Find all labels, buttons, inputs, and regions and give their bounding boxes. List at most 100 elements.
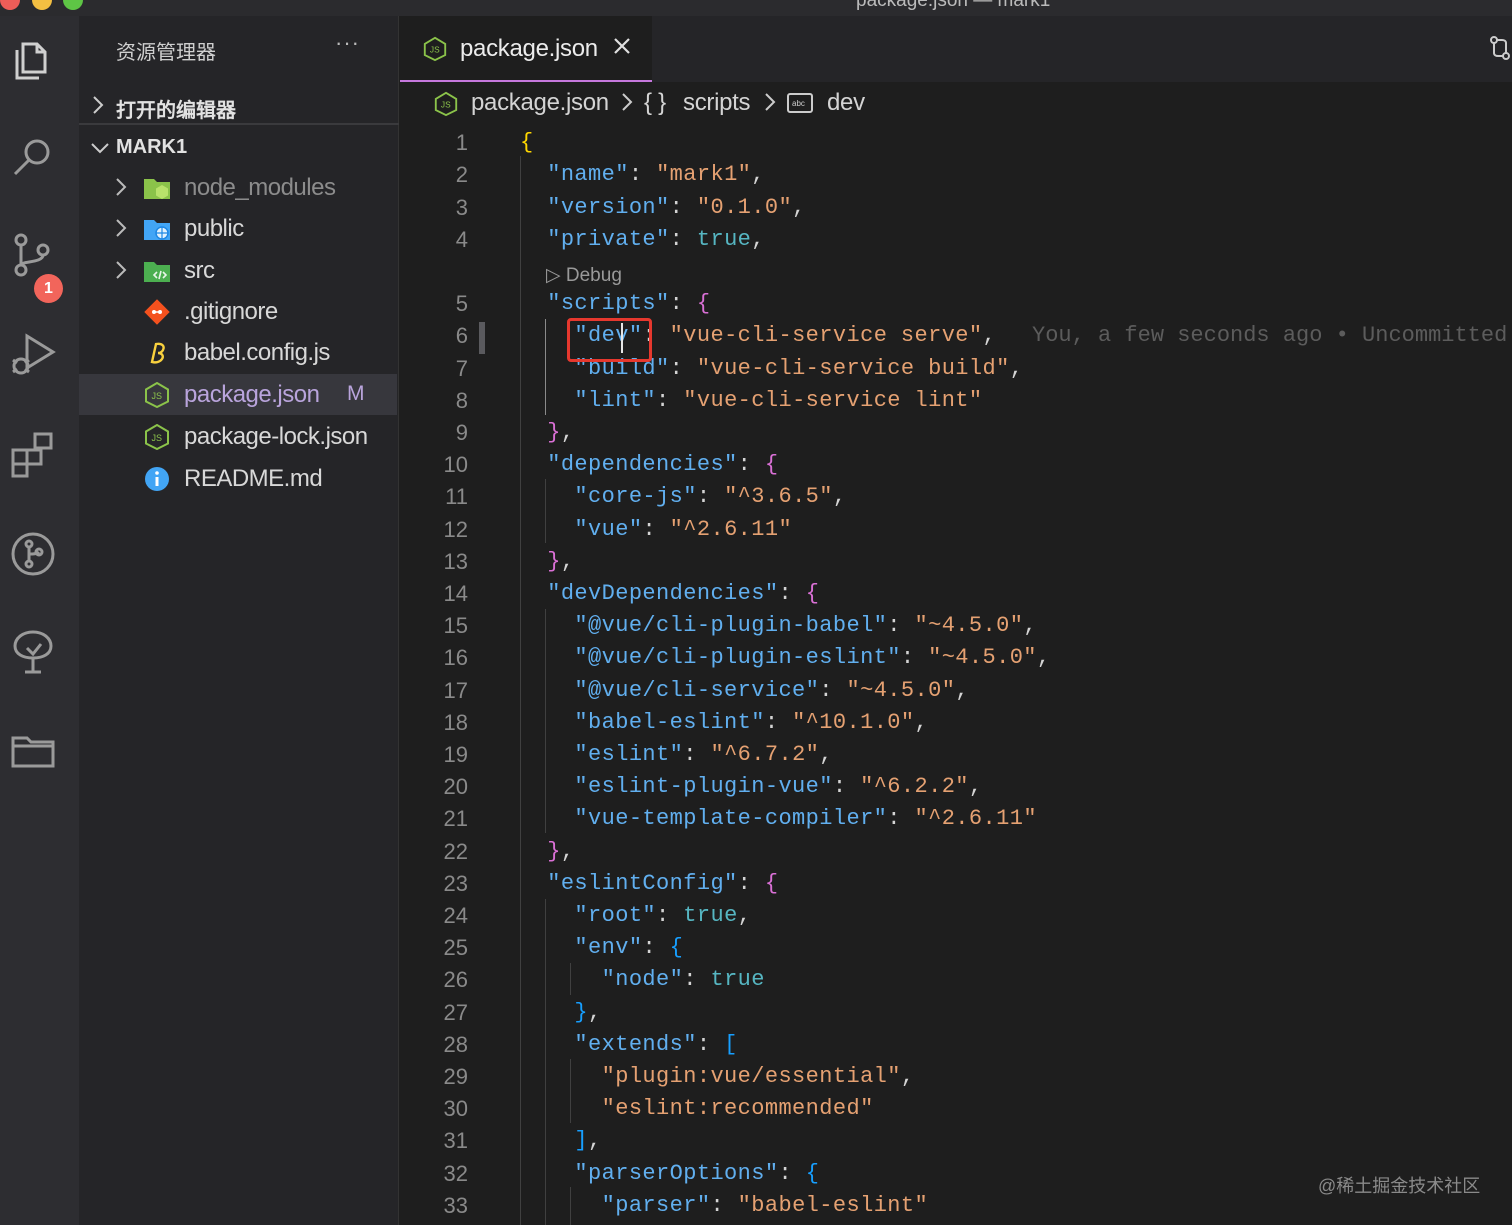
svg-text:JS: JS: [152, 433, 163, 443]
code-line: 12 "vue": "^2.6.11": [443, 517, 793, 542]
title-bar: package.json — mark1: [0, 0, 1512, 16]
code-line: 27 },: [443, 1000, 602, 1025]
code-line: 19 "eslint": "^6.7.2",: [443, 742, 833, 767]
explorer-sidebar: 资源管理器 ··· 打开的编辑器 MARK1 node_modules publ…: [79, 16, 399, 1225]
run-debug-icon[interactable]: [7, 328, 59, 380]
gitlens-icon[interactable]: [7, 528, 59, 580]
code-line: 9 },: [455, 420, 575, 445]
tree-item-public[interactable]: public: [79, 208, 397, 249]
tree-item-src[interactable]: src: [79, 250, 397, 291]
folder-icon[interactable]: [7, 724, 59, 776]
svg-text:abc: abc: [792, 99, 805, 108]
public-folder-icon: [144, 220, 170, 240]
file-name: public: [184, 215, 244, 242]
tree-item-readme[interactable]: README.md: [79, 458, 397, 499]
explorer-title: 资源管理器: [116, 42, 216, 64]
nodejs-icon: JS: [423, 36, 447, 62]
minimize-window-button[interactable]: [32, 0, 52, 10]
tree-item-node-modules[interactable]: node_modules: [79, 167, 397, 208]
info-icon: [145, 467, 169, 491]
code-line: 2 "name": "mark1",: [455, 162, 765, 187]
tab-label: package.json: [460, 35, 598, 62]
breadcrumb-scripts[interactable]: scripts: [683, 89, 751, 117]
codelens-debug[interactable]: ▷ Debug: [400, 260, 1512, 292]
file-name: node_modules: [184, 174, 336, 201]
code-line: 16 "@vue/cli-plugin-eslint": "~4.5.0",: [443, 645, 1051, 670]
babel-icon: [150, 342, 165, 364]
code-line: 15 "@vue/cli-plugin-babel": "~4.5.0",: [443, 613, 1037, 638]
code-line: 13 },: [443, 549, 575, 574]
compare-changes-icon[interactable]: [1488, 32, 1512, 64]
modified-badge: M: [347, 382, 365, 405]
git-icon: [144, 299, 170, 325]
explorer-icon[interactable]: [7, 34, 59, 86]
svg-text:JS: JS: [430, 45, 440, 55]
nodejs-icon: JS: [434, 91, 458, 117]
breadcrumb: JS package.json { } scripts abc dev: [400, 82, 1512, 126]
tab-package-json[interactable]: JS package.json: [400, 16, 652, 82]
editor-tab-bar: JS package.json: [400, 16, 1512, 82]
file-name: src: [184, 257, 215, 284]
node-folder-icon: [144, 179, 170, 199]
code-line: 22 },: [443, 839, 575, 864]
code-line: 23 "eslintConfig": {: [443, 871, 779, 896]
source-control-badge: 1: [34, 274, 63, 303]
string-icon: abc: [787, 93, 813, 113]
more-actions-button[interactable]: ···: [335, 30, 360, 56]
code-line: 5 "scripts": {: [455, 291, 711, 316]
code-line: 26 "node": true: [443, 967, 765, 992]
code-line: 17 "@vue/cli-service": "~4.5.0",: [443, 678, 969, 703]
project-label: MARK1: [116, 136, 188, 158]
chevron-right-icon: [622, 93, 633, 111]
close-icon[interactable]: [612, 36, 632, 56]
chevron-down-icon: [91, 143, 109, 154]
code-line: 21 "vue-template-compiler": "^2.6.11": [443, 806, 1037, 831]
annotation-highlight-box: [567, 318, 652, 362]
code-line: 18 "babel-eslint": "^10.1.0",: [443, 710, 929, 735]
nodejs-icon: JS: [145, 382, 169, 408]
nodejs-icon: JS: [145, 424, 169, 450]
file-name: .gitignore: [184, 298, 278, 325]
zoom-window-button[interactable]: [63, 0, 83, 10]
svg-text:JS: JS: [441, 100, 451, 110]
search-icon[interactable]: [7, 132, 59, 184]
code-line: 24 "root": true,: [443, 903, 752, 928]
code-line: 1{: [455, 130, 534, 155]
tree-item-package-lock[interactable]: JS package-lock.json: [79, 416, 397, 457]
extensions-icon[interactable]: [7, 428, 59, 480]
watermark: @稀土掘金技术社区: [1318, 1176, 1481, 1196]
window-title: package.json — mark1: [856, 0, 1051, 11]
chevron-right-icon: [116, 219, 127, 237]
code-line: 4 "private": true,: [455, 227, 765, 252]
chevron-right-icon: [116, 261, 127, 279]
chevron-right-icon: [765, 93, 776, 111]
tree-item-package-json[interactable]: JS package.json M: [79, 374, 397, 415]
file-name: README.md: [184, 465, 323, 492]
code-line: 31 ],: [443, 1128, 602, 1153]
tree-item-babel-config[interactable]: babel.config.js: [79, 332, 397, 373]
breadcrumb-file[interactable]: package.json: [471, 89, 609, 117]
open-editors-section[interactable]: 打开的编辑器: [79, 86, 399, 126]
code-line: 30 "eslint:recommended": [443, 1096, 874, 1121]
code-editor[interactable]: 1{ 2 "name": "mark1", 3 "version": "0.1.…: [400, 126, 1512, 1225]
file-name: package-lock.json: [184, 423, 368, 450]
code-line: 25 "env": {: [443, 935, 684, 960]
object-icon: { }: [644, 89, 666, 116]
text-cursor: [621, 323, 623, 353]
project-section[interactable]: MARK1: [79, 128, 399, 168]
file-name: package.json: [184, 381, 320, 408]
play-icon: ▷: [546, 265, 566, 286]
src-folder-icon: [144, 262, 170, 282]
code-line: 29 "plugin:vue/essential",: [443, 1064, 915, 1089]
activity-bar: 1: [0, 16, 79, 1225]
code-line: 10 "dependencies": {: [443, 452, 779, 477]
open-editors-label: 打开的编辑器: [116, 100, 236, 122]
close-window-button[interactable]: [0, 0, 20, 10]
chevron-right-icon: [116, 178, 127, 196]
code-line: 3 "version": "0.1.0",: [455, 195, 806, 220]
code-line: 20 "eslint-plugin-vue": "^6.2.2",: [443, 774, 983, 799]
tree-icon[interactable]: [7, 626, 59, 678]
code-line: 11 "core-js": "^3.6.5",: [445, 484, 847, 509]
tree-item-gitignore[interactable]: .gitignore: [79, 291, 397, 332]
breadcrumb-dev[interactable]: dev: [827, 89, 865, 117]
